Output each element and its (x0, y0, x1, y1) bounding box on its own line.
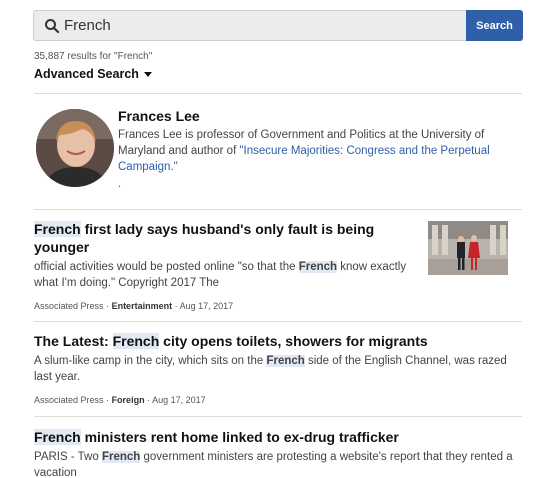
meta-separator: · (106, 395, 110, 405)
article-section[interactable]: Entertainment (112, 301, 173, 311)
highlight: French (266, 355, 305, 367)
search-button[interactable]: Search (466, 10, 523, 41)
title-text: first lady says husband's only fault is … (34, 221, 375, 255)
list-item: French ministers rent home linked to ex-… (34, 428, 514, 478)
article-source: Associated Press (34, 301, 104, 311)
article-thumbnail[interactable] (428, 221, 508, 275)
article-title[interactable]: French first lady says husband's only fa… (34, 220, 419, 256)
profile-name[interactable]: Frances Lee (118, 108, 200, 124)
caret-down-icon (143, 71, 152, 77)
search-icon (44, 18, 60, 34)
meta-separator: · (147, 395, 151, 405)
article-excerpt: official activities would be posted onli… (34, 259, 419, 291)
title-text: ministers rent home linked to ex-drug tr… (80, 429, 399, 445)
results-count: 35,887 results for "French" (34, 51, 153, 62)
article-date: Aug 17, 2017 (152, 395, 206, 405)
search-box[interactable] (33, 10, 466, 41)
highlight: French (112, 333, 160, 349)
excerpt-text: official activities would be posted onli… (34, 261, 299, 273)
divider (34, 416, 522, 417)
advanced-search-toggle[interactable]: Advanced Search (34, 67, 152, 81)
avatar[interactable] (36, 109, 114, 187)
meta-separator: · (106, 301, 110, 311)
highlight: French (298, 261, 338, 273)
article-meta: Associated Press · Foreign · Aug 17, 201… (34, 395, 514, 405)
article-section[interactable]: Foreign (112, 395, 145, 405)
highlight: French (34, 221, 81, 237)
profile-trailing-text: . (118, 178, 122, 190)
excerpt-text: PARIS - Two (34, 451, 102, 463)
divider (34, 209, 522, 210)
advanced-search-label: Advanced Search (34, 67, 139, 81)
divider (34, 321, 522, 322)
list-item: French first lady says husband's only fa… (34, 220, 419, 311)
highlight: French (34, 429, 81, 445)
article-title[interactable]: French ministers rent home linked to ex-… (34, 428, 514, 446)
profile-bio: Frances Lee is professor of Government a… (118, 127, 508, 175)
title-text: city opens toilets, showers for migrants (159, 333, 428, 349)
meta-separator: · (174, 301, 178, 311)
article-excerpt: A slum-like camp in the city, which sits… (34, 353, 514, 385)
article-date: Aug 17, 2017 (179, 301, 234, 311)
highlight: French (101, 451, 141, 463)
article-meta: Associated Press · Entertainment · Aug 1… (34, 301, 419, 311)
excerpt-text: A slum-like camp in the city, which sits… (34, 355, 267, 367)
search-input[interactable] (64, 12, 459, 39)
list-item: The Latest: French city opens toilets, s… (34, 332, 514, 405)
divider (34, 93, 522, 94)
search-bar: Search (33, 10, 523, 41)
article-title[interactable]: The Latest: French city opens toilets, s… (34, 332, 514, 350)
article-source: Associated Press (34, 395, 104, 405)
article-excerpt: PARIS - Two French government ministers … (34, 449, 514, 478)
title-text: The Latest: (34, 333, 113, 349)
